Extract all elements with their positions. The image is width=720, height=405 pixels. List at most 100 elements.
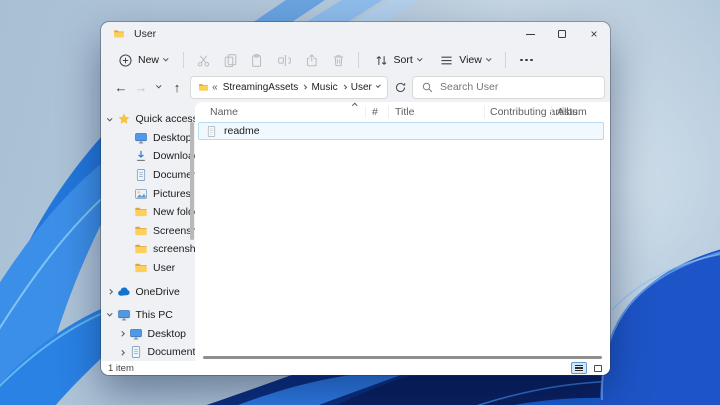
chevron-down-icon	[417, 56, 423, 62]
breadcrumb-segment[interactable]: Music	[309, 82, 339, 93]
sidebar-item-label: OneDrive	[135, 285, 180, 298]
sidebar-item-documents[interactable]: Documents	[101, 166, 189, 185]
computer-icon	[117, 308, 131, 322]
navigation-pane: Quick access Desktop Downloads Documents…	[101, 102, 219, 362]
document-icon	[129, 345, 143, 359]
rename-button	[271, 48, 298, 72]
sidebar-item-new-folder[interactable]: New folder (2)	[101, 203, 219, 222]
cut-button	[190, 48, 217, 72]
large-icons-view-button[interactable]	[590, 362, 606, 374]
search-box[interactable]	[412, 75, 605, 99]
chevron-right-icon[interactable]	[107, 289, 113, 295]
new-button[interactable]: New	[109, 48, 177, 72]
chevron-right-icon	[302, 84, 308, 90]
recent-locations-button[interactable]	[152, 76, 166, 98]
breadcrumb-segment[interactable]: StreamingAssets	[221, 82, 301, 93]
chevron-right-icon[interactable]	[119, 331, 125, 337]
column-divider[interactable]	[365, 106, 366, 118]
breadcrumb[interactable]: « StreamingAssets Music User	[190, 75, 388, 99]
address-bar: ← → ↑ « StreamingAssets Music User	[101, 74, 610, 102]
sidebar-item-screenshots[interactable]: Screenshots	[101, 222, 211, 241]
arrow-up-icon: ↑	[173, 79, 181, 95]
sidebar-item-pictures[interactable]: Pictures	[101, 184, 189, 203]
file-explorer-window: User × New Sort View ← → ↑ « StreamingAs…	[101, 22, 610, 375]
chevron-down-icon[interactable]	[107, 115, 113, 121]
column-divider[interactable]	[484, 106, 485, 118]
toolbar-separator	[182, 52, 184, 68]
breadcrumb-segment[interactable]: User	[349, 82, 374, 93]
sidebar-item-downloads[interactable]: Downloads	[101, 147, 189, 166]
refresh-icon	[394, 81, 407, 94]
folder-icon	[134, 261, 148, 275]
new-button-label: New	[138, 54, 160, 66]
folder-icon	[134, 224, 148, 238]
sidebar-item-thispc-desktop[interactable]: Desktop	[101, 325, 189, 344]
breadcrumb-overflow[interactable]: «	[212, 82, 218, 93]
picture-icon	[134, 187, 148, 201]
chevron-down-icon[interactable]	[376, 83, 381, 88]
column-headers: Name # Title Contributing artists Album	[195, 102, 610, 122]
sidebar-item-user[interactable]: User	[101, 259, 189, 278]
column-header-number[interactable]: #	[372, 106, 378, 118]
forward-button: →	[132, 76, 150, 98]
sidebar-item-this-pc[interactable]: This PC	[101, 306, 189, 325]
column-header-title[interactable]: Title	[395, 106, 414, 118]
folder-icon	[198, 81, 209, 94]
text-file-icon	[205, 125, 218, 138]
chevron-down-icon	[486, 56, 492, 62]
minimize-button[interactable]	[514, 22, 546, 46]
view-button[interactable]: View	[430, 48, 499, 72]
more-options-button[interactable]	[512, 58, 541, 62]
close-button[interactable]: ×	[578, 22, 610, 46]
monitor-icon	[129, 327, 143, 341]
sort-button[interactable]: Sort	[365, 48, 431, 72]
sidebar-item-thispc-documents[interactable]: Documents	[101, 343, 201, 362]
folder-icon	[112, 28, 126, 40]
paste-icon	[250, 53, 265, 68]
toolbar-separator	[357, 52, 359, 68]
sidebar-item-label: Pictures	[153, 187, 191, 200]
titlebar[interactable]: User ×	[101, 22, 610, 46]
sidebar-item-quick-access[interactable]: Quick access	[101, 110, 198, 129]
column-header-name[interactable]: Name	[210, 106, 238, 118]
chevron-right-icon	[341, 84, 347, 90]
column-divider[interactable]	[388, 106, 389, 118]
status-bar: 1 item	[101, 361, 610, 375]
search-input[interactable]	[440, 81, 596, 93]
up-button[interactable]: ↑	[168, 76, 186, 98]
cut-icon	[196, 53, 211, 68]
toolbar: New Sort View	[101, 46, 610, 74]
share-button	[298, 48, 325, 72]
sidebar-item-desktop[interactable]: Desktop	[101, 129, 189, 148]
sidebar-item-screenshots-lower[interactable]: screenshots	[101, 240, 210, 259]
view-button-label: View	[459, 54, 482, 66]
monitor-icon	[134, 131, 148, 145]
maximize-button[interactable]	[546, 22, 578, 46]
item-count: 1 item	[108, 362, 134, 374]
folder-icon	[134, 242, 148, 256]
close-icon: ×	[590, 27, 598, 41]
rename-icon	[277, 53, 292, 68]
horizontal-scrollbar[interactable]	[203, 356, 602, 359]
maximize-icon	[558, 30, 566, 38]
column-divider[interactable]	[551, 106, 552, 118]
details-view-button[interactable]	[571, 362, 587, 374]
back-button[interactable]: ←	[112, 76, 130, 98]
column-header-album[interactable]: Album	[557, 106, 587, 118]
folder-icon	[134, 205, 148, 219]
file-row-readme[interactable]: readme	[198, 122, 604, 140]
large-icons-view-icon	[594, 364, 602, 372]
scrollbar-thumb[interactable]	[190, 122, 194, 240]
cloud-icon	[117, 285, 131, 299]
toolbar-separator	[505, 52, 507, 68]
download-icon	[134, 149, 148, 163]
sidebar-item-onedrive[interactable]: OneDrive	[101, 282, 189, 301]
chevron-right-icon[interactable]	[119, 349, 125, 355]
refresh-button[interactable]	[392, 76, 408, 98]
chevron-down-icon	[163, 56, 169, 62]
sort-arrows-icon	[374, 53, 389, 68]
chevron-down-icon[interactable]	[107, 311, 113, 317]
sidebar-item-label: This PC	[135, 309, 173, 322]
paste-button	[244, 48, 271, 72]
view-lines-icon	[439, 53, 454, 68]
